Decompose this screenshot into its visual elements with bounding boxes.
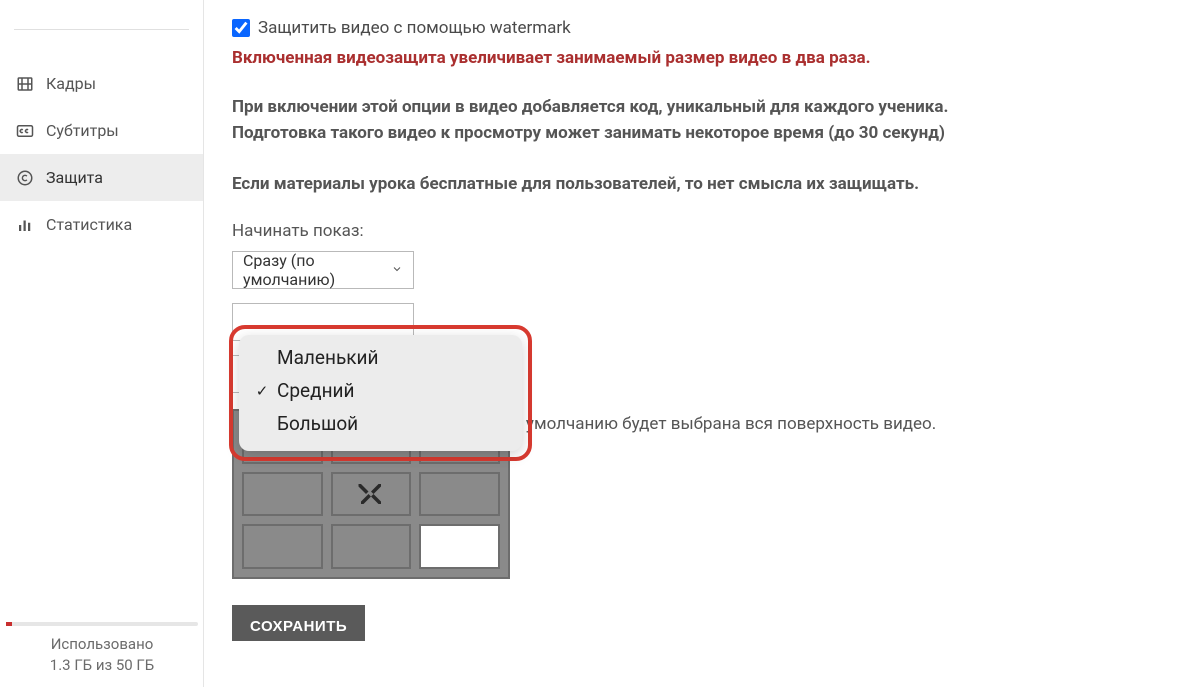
film-icon: [16, 75, 34, 93]
sidebar-item-stats[interactable]: Статистика: [0, 201, 203, 248]
storage-block: Использовано 1.3 ГБ из 50 ГБ: [0, 622, 204, 678]
region-cell-center[interactable]: [331, 472, 412, 517]
save-button[interactable]: СОХРАНИТЬ: [232, 605, 365, 641]
copyright-icon: [16, 169, 34, 187]
bar-chart-icon: [16, 216, 34, 234]
region-cell-7[interactable]: [242, 524, 323, 569]
sidebar-divider: [14, 0, 189, 30]
size-option-label: Большой: [277, 412, 358, 435]
size-dropdown-highlight: Маленький ✓ Средний Большой: [229, 325, 532, 461]
sidebar-item-protection[interactable]: Защита: [0, 154, 203, 201]
start-show-label: Начинать показ:: [232, 221, 1170, 241]
size-option-medium[interactable]: ✓ Средний: [239, 374, 522, 407]
region-cell-4[interactable]: [242, 472, 323, 517]
start-show-select[interactable]: Сразу (по умолчанию): [232, 251, 414, 289]
sidebar-item-subtitles[interactable]: Субтитры: [0, 107, 203, 154]
size-option-label: Средний: [277, 379, 354, 402]
sidebar-item-label: Субтитры: [46, 121, 119, 140]
storage-bar-fill: [6, 622, 12, 626]
watermark-checkbox-row[interactable]: Защитить видео с помощью watermark: [232, 18, 1170, 38]
fullscreen-icon: [356, 479, 386, 509]
chevron-down-icon: [391, 263, 403, 278]
size-option-label: Маленький: [277, 346, 378, 369]
storage-bar: [6, 622, 198, 626]
storage-used-value: 1.3 ГБ из 50 ГБ: [0, 655, 204, 677]
size-option-large[interactable]: Большой: [239, 407, 522, 440]
storage-used-label: Использовано: [0, 634, 204, 656]
info-line-1: При включении этой опции в видео добавля…: [232, 94, 1170, 120]
info-line-2: Подготовка такого видео к просмотру може…: [232, 120, 1170, 146]
check-icon: ✓: [255, 382, 269, 400]
size-dropdown: Маленький ✓ Средний Большой: [239, 335, 522, 451]
region-cell-6[interactable]: [419, 472, 500, 517]
warning-text: Включенная видеозащита увеличивает заним…: [232, 48, 1170, 68]
watermark-checkbox[interactable]: [232, 19, 250, 37]
region-cell-9[interactable]: [419, 524, 500, 569]
region-hint-partial: о умолчанию будет выбрана вся поверхност…: [512, 414, 936, 434]
sidebar-item-label: Защита: [46, 168, 103, 187]
sidebar-item-label: Статистика: [46, 215, 132, 234]
sidebar: Кадры Субтитры Защита С: [0, 0, 204, 687]
size-option-small[interactable]: Маленький: [239, 341, 522, 374]
sidebar-item-label: Кадры: [46, 74, 96, 93]
save-button-label: СОХРАНИТЬ: [250, 618, 347, 635]
watermark-checkbox-label: Защитить видео с помощью watermark: [258, 18, 571, 38]
sidebar-item-frames[interactable]: Кадры: [0, 60, 203, 107]
region-cell-8[interactable]: [331, 524, 412, 569]
cc-icon: [16, 122, 34, 140]
start-show-selected: Сразу (по умолчанию): [243, 251, 391, 289]
info-line-3: Если материалы урока бесплатные для поль…: [232, 171, 1170, 197]
